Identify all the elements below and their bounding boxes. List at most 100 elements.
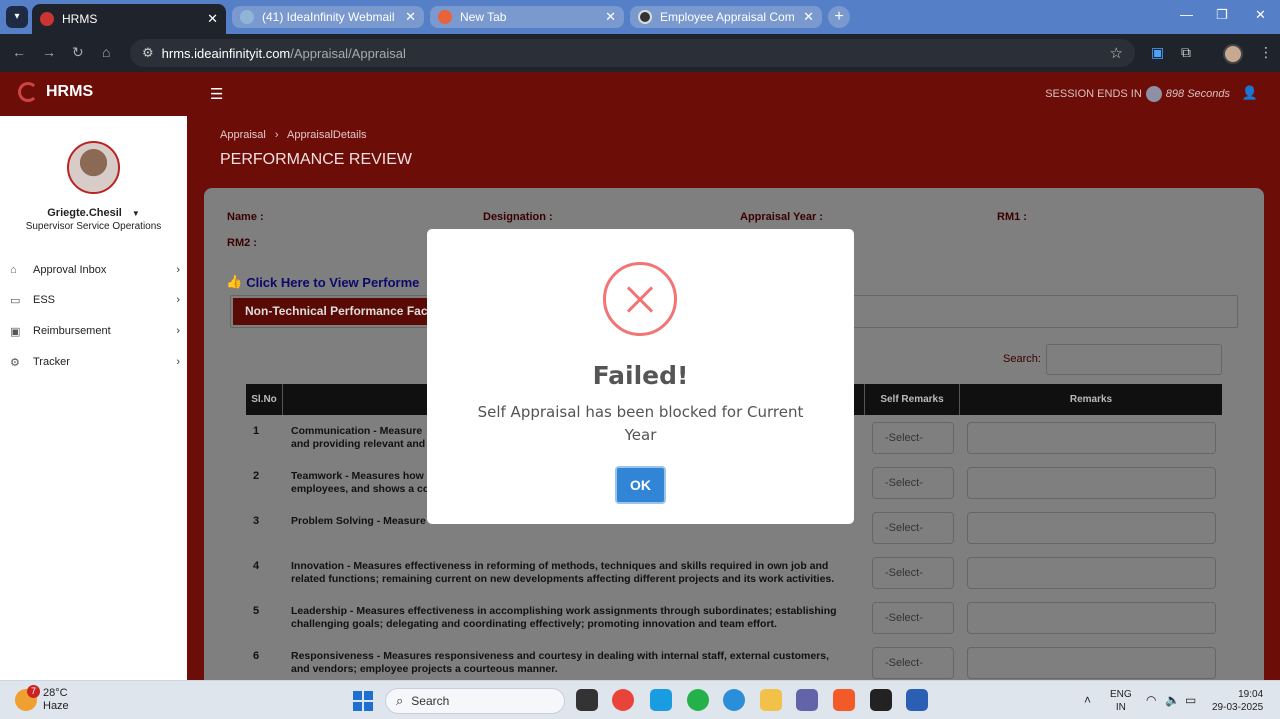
chevron-down-icon: ▼ — [131, 209, 140, 218]
wallet-icon: ▣ — [10, 325, 21, 338]
table-row: 5 Leadership - Measures effectiveness in… — [246, 595, 1222, 640]
extension-icon[interactable]: ▣ — [1151, 44, 1164, 61]
self-remarks-select[interactable]: -Select- — [872, 647, 954, 679]
remarks-input[interactable] — [967, 512, 1216, 544]
tab-new-tab[interactable]: New Tab ✕ — [430, 6, 624, 28]
profile-avatar[interactable] — [1223, 44, 1243, 64]
error-x-icon — [603, 262, 677, 336]
search-icon: ⌕ — [396, 693, 404, 708]
user-name-dropdown[interactable]: Griegte.Chesil ▼ — [0, 207, 187, 219]
self-remarks-select[interactable]: -Select- — [872, 557, 954, 589]
edge-icon[interactable] — [723, 689, 745, 711]
chatgpt-favicon-icon — [638, 10, 652, 24]
teams-icon[interactable] — [796, 689, 818, 711]
app-header: HRMS ☰ SESSION ENDS IN 898 Seconds 👤 — [0, 72, 1280, 116]
chrome-icon[interactable] — [612, 689, 634, 711]
close-icon[interactable]: ✕ — [207, 11, 218, 27]
taskbar: 7 28°C Haze ⌕ Search ˄ ENG IN ◠ 🔈 ▭ 19:04 2… — [0, 680, 1280, 719]
browser-menu-icon[interactable]: ⋮ — [1259, 44, 1273, 61]
dialog-message: Self Appraisal has been blocked for Curr… — [477, 403, 804, 444]
windows-start-icon[interactable] — [353, 691, 373, 711]
user-role: Supervisor Service Operations — [25, 221, 162, 232]
brave-icon[interactable] — [833, 689, 855, 711]
new-tab-button[interactable]: + — [828, 6, 850, 28]
search-label: Search: — [1003, 353, 1041, 365]
remarks-input[interactable] — [967, 602, 1216, 634]
tab-search-menu-icon[interactable]: ▾ — [6, 6, 28, 28]
sidebar-item-approval-inbox[interactable]: ⌂ Approval Inbox › — [10, 260, 180, 280]
language-indicator[interactable]: ENG IN — [1110, 688, 1132, 714]
reload-icon[interactable]: ↻ — [72, 44, 84, 61]
clock-icon — [1145, 86, 1162, 102]
address-bar[interactable]: ⚙ hrms.ideainfinityit.com/Appraisal/Appr… — [130, 39, 1135, 67]
volume-icon[interactable]: 🔈 — [1165, 693, 1180, 707]
file-explorer-icon[interactable] — [760, 689, 782, 711]
rm1-label: RM1 : — [997, 211, 1027, 223]
tab-non-technical[interactable]: Non-Technical Performance Fact — [233, 298, 433, 325]
self-remarks-select[interactable]: -Select- — [872, 467, 954, 499]
clock[interactable]: 19:04 29-03-2025 — [1212, 688, 1263, 714]
self-remarks-select[interactable]: -Select- — [872, 512, 954, 544]
avatar — [67, 141, 120, 194]
sidebar-item-reimbursement[interactable]: ▣ Reimbursement › — [10, 321, 180, 341]
app-logo[interactable]: HRMS — [18, 82, 93, 102]
appraisal-year-label: Appraisal Year : — [740, 211, 823, 223]
rm2-label: RM2 : — [227, 237, 257, 249]
breadcrumb-appraisal[interactable]: Appraisal — [220, 129, 266, 141]
sidebar-item-ess[interactable]: ▭ ESS › — [10, 290, 180, 310]
ok-button[interactable]: OK — [615, 466, 666, 504]
wifi-icon[interactable]: ◠ — [1146, 693, 1156, 707]
home-icon[interactable]: ⌂ — [102, 44, 110, 60]
self-remarks-select[interactable]: -Select- — [872, 422, 954, 454]
breadcrumb: Appraisal › AppraisalDetails — [220, 129, 367, 141]
extensions-puzzle-icon[interactable]: ⧉ — [1181, 44, 1191, 61]
notepad-icon[interactable] — [870, 689, 892, 711]
session-timer: SESSION ENDS IN 898 Seconds — [1045, 86, 1230, 102]
weather-widget[interactable]: 7 28°C Haze — [15, 685, 69, 713]
minimize-icon[interactable]: — — [1180, 7, 1193, 22]
dialog-title: Failed! — [592, 361, 689, 390]
sidebar-item-tracker[interactable]: ⚙ Tracker › — [10, 352, 180, 372]
breadcrumb-appraisal-details: AppraisalDetails — [287, 129, 367, 141]
webmail-favicon-icon — [240, 10, 254, 24]
user-icon[interactable]: 👤 — [1242, 85, 1258, 101]
tab-hrms[interactable]: HRMS ✕ — [32, 4, 226, 34]
table-row: 4 Innovation - Measures effectiveness in… — [246, 550, 1222, 595]
brave-favicon-icon — [438, 10, 452, 24]
tab-webmail[interactable]: (41) IdeaInfinity Webmail :: Inbox ✕ — [232, 6, 424, 28]
self-remarks-select[interactable]: -Select- — [872, 602, 954, 634]
battery-icon[interactable]: ▭ — [1185, 693, 1196, 707]
browser-tabstrip: ▾ HRMS ✕ (41) IdeaInfinity Webmail :: In… — [0, 0, 1280, 34]
close-icon[interactable]: ✕ — [605, 9, 616, 25]
maximize-icon[interactable]: ❐ — [1216, 7, 1228, 23]
logo-mark-icon — [18, 82, 38, 102]
chevron-up-icon[interactable]: ˄ — [1084, 693, 1091, 707]
hamburger-menu-icon[interactable]: ☰ — [210, 85, 223, 103]
window-close-icon[interactable]: ✕ — [1255, 7, 1266, 23]
gear-icon: ⚙ — [10, 356, 20, 369]
word-icon[interactable] — [906, 689, 928, 711]
remarks-input[interactable] — [967, 647, 1216, 679]
thumbs-up-icon: 👍 — [226, 274, 243, 289]
close-icon[interactable]: ✕ — [803, 9, 814, 25]
remarks-input[interactable] — [967, 557, 1216, 589]
tab-employee-appraisal[interactable]: Employee Appraisal Comment ✕ — [630, 6, 822, 28]
taskbar-search[interactable]: ⌕ Search — [385, 688, 565, 714]
back-icon[interactable]: ← — [12, 44, 26, 60]
browser-toolbar: ← → ↻ ⌂ ⚙ hrms.ideainfinityit.com/Apprai… — [0, 34, 1280, 72]
chevron-right-icon: › — [176, 356, 180, 368]
forward-icon[interactable]: → — [42, 44, 56, 60]
whatsapp-icon[interactable] — [687, 689, 709, 711]
chevron-right-icon: › — [176, 264, 180, 276]
remarks-input[interactable] — [967, 422, 1216, 454]
site-info-icon[interactable]: ⚙ — [142, 45, 154, 61]
search-input[interactable] — [1046, 344, 1222, 375]
bookmark-star-icon[interactable]: ☆ — [1110, 44, 1123, 62]
task-view-icon[interactable] — [576, 689, 598, 711]
remarks-input[interactable] — [967, 467, 1216, 499]
skype-icon[interactable] — [650, 689, 672, 711]
chevron-right-icon: › — [176, 294, 180, 306]
error-dialog: Failed! Self Appraisal has been blocked … — [427, 229, 854, 524]
view-performance-link[interactable]: 👍 Click Here to View Performe — [226, 274, 419, 290]
close-icon[interactable]: ✕ — [405, 9, 416, 25]
